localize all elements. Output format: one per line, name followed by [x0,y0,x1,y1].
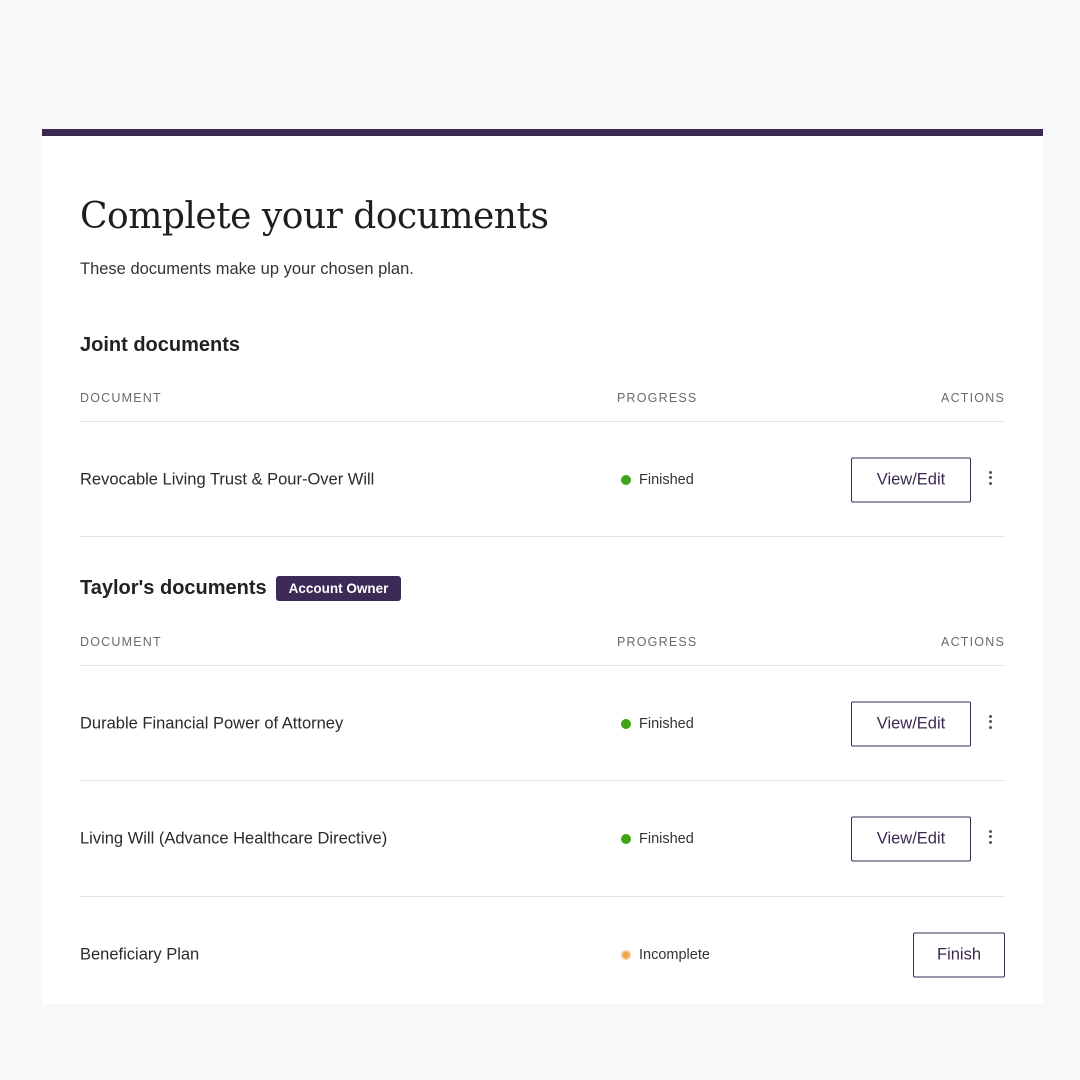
column-header-document: DOCUMENT [80,635,162,649]
view-edit-button[interactable]: View/Edit [851,816,971,861]
status-indicator: Finished [621,472,694,488]
document-name: Durable Financial Power of Attorney [80,714,344,732]
table-row: Revocable Living Trust & Pour-Over Will … [80,422,1005,537]
finish-button[interactable]: Finish [913,932,1005,977]
status-indicator: Finished [621,716,694,732]
section-title-label: Joint documents [80,334,241,356]
column-header-document: DOCUMENT [80,391,162,405]
section-title-joint: Joint documents [80,334,240,357]
documents-card: Complete your documents These documents … [42,129,1043,1004]
page-title: Complete your documents [80,196,549,237]
document-name: Beneficiary Plan [80,945,200,963]
status-dot-icon [621,718,631,729]
table-row: Beneficiary Plan Incomplete Finish [80,897,1005,1004]
more-options-icon[interactable] [986,468,994,488]
more-options-icon[interactable] [986,827,994,847]
status-dot-icon [621,833,631,844]
status-indicator: Incomplete [621,947,710,963]
section-title-label: Taylor's documents [80,577,267,599]
column-header-progress: PROGRESS [617,391,698,405]
status-label: Finished [639,830,694,847]
document-name: Living Will (Advance Healthcare Directiv… [80,829,388,847]
status-label: Finished [639,471,694,488]
view-edit-button[interactable]: View/Edit [851,701,971,746]
status-label: Finished [639,715,694,732]
section-title-taylor: Taylor's documents Account Owner [80,576,402,601]
account-owner-badge: Account Owner [275,576,402,601]
view-edit-button[interactable]: View/Edit [851,457,971,502]
status-indicator: Finished [621,831,694,847]
table-row: Living Will (Advance Healthcare Directiv… [80,781,1005,896]
status-label: Incomplete [639,946,710,963]
column-header-progress: PROGRESS [617,635,698,649]
page-subtitle: These documents make up your chosen plan… [80,260,414,278]
column-header-actions: ACTIONS [941,391,1005,405]
divider [80,536,1005,537]
table-row: Durable Financial Power of Attorney Fini… [80,666,1005,781]
more-options-icon[interactable] [986,712,994,732]
status-dot-icon [621,949,631,960]
status-dot-icon [621,474,631,485]
column-header-actions: ACTIONS [941,635,1005,649]
document-name: Revocable Living Trust & Pour-Over Will [80,470,375,488]
